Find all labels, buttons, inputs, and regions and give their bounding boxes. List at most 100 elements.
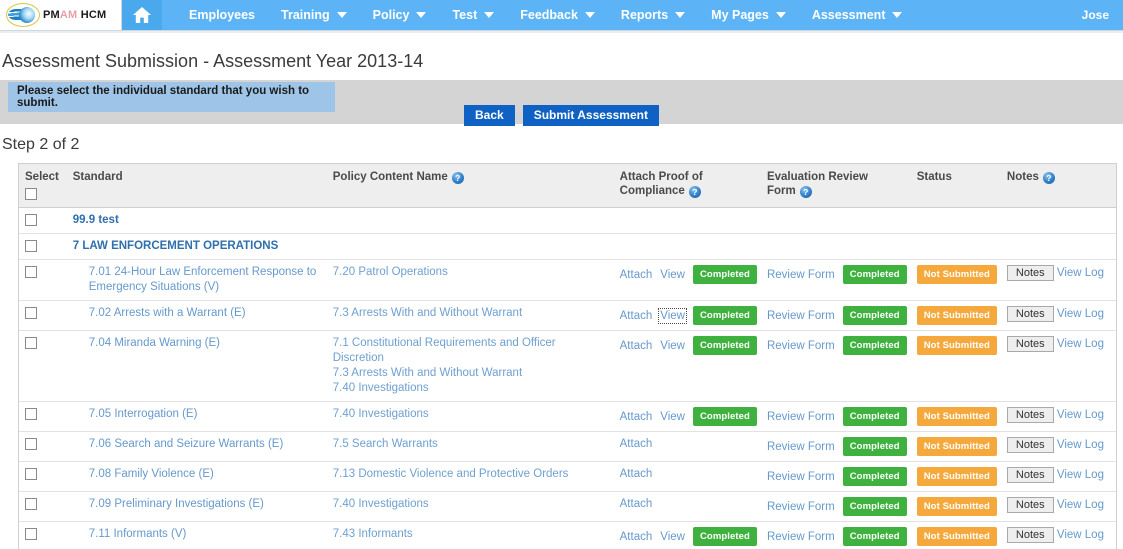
standard-link[interactable]: 7.02 Arrests with a Warrant (E) — [73, 306, 246, 321]
standard-cell: 7.01 24-Hour Law Enforcement Response to… — [67, 260, 327, 301]
attach-link[interactable]: Attach — [620, 438, 653, 450]
attach-link[interactable]: Attach — [620, 340, 653, 352]
policy-link[interactable]: 7.40 Investigations — [333, 381, 610, 396]
review-form-link[interactable]: Review Form — [767, 310, 835, 322]
home-button[interactable] — [122, 0, 162, 30]
status-badge: Not Submitted — [917, 437, 997, 456]
standard-link[interactable]: 7.08 Family Violence (E) — [73, 467, 214, 482]
view-link[interactable]: View — [660, 310, 685, 322]
back-button[interactable]: Back — [464, 105, 515, 126]
notes-button[interactable]: Notes — [1007, 467, 1054, 483]
notes-cell: Notes View Log — [1001, 492, 1116, 522]
attach-link[interactable]: Attach — [620, 411, 653, 423]
attach-link[interactable]: Attach — [620, 531, 653, 543]
nav-item-label: Feedback — [520, 8, 578, 22]
view-log-link[interactable]: View Log — [1057, 469, 1104, 481]
user-menu[interactable]: Jose — [1082, 0, 1109, 30]
view-link[interactable]: View — [660, 340, 685, 352]
standard-link[interactable]: 7.05 Interrogation (E) — [73, 407, 198, 422]
view-log-link[interactable]: View Log — [1057, 267, 1104, 279]
attach-link[interactable]: Attach — [620, 498, 653, 510]
notes-cell: Notes View Log — [1001, 402, 1116, 432]
row-checkbox[interactable] — [25, 240, 37, 252]
standards-table-container: Select Standard Policy Content Name? Att… — [18, 163, 1117, 549]
row-checkbox[interactable] — [25, 307, 37, 319]
view-link[interactable]: View — [660, 411, 685, 423]
nav-item-employees[interactable]: Employees — [176, 0, 268, 30]
select-all-checkbox[interactable] — [25, 188, 37, 200]
notes-button[interactable]: Notes — [1007, 437, 1054, 453]
view-log-link[interactable]: View Log — [1057, 439, 1104, 451]
notes-button[interactable]: Notes — [1007, 407, 1054, 423]
notes-button[interactable]: Notes — [1007, 497, 1054, 513]
help-icon[interactable]: ? — [800, 186, 812, 198]
view-log-link[interactable]: View Log — [1057, 529, 1104, 541]
row-checkbox[interactable] — [25, 337, 37, 349]
nav-item-training[interactable]: Training — [268, 0, 360, 30]
standard-link[interactable]: 7.06 Search and Seizure Warrants (E) — [73, 437, 284, 452]
help-icon[interactable]: ? — [1043, 172, 1055, 184]
view-link[interactable]: View — [660, 531, 685, 543]
notes-button[interactable]: Notes — [1007, 306, 1054, 322]
attach-proof-cell — [614, 208, 761, 234]
policy-link[interactable]: 7.13 Domestic Violence and Protective Or… — [333, 467, 610, 482]
standard-link[interactable]: 7.04 Miranda Warning (E) — [73, 336, 220, 351]
standard-group-link[interactable]: 7 LAW ENFORCEMENT OPERATIONS — [73, 240, 279, 252]
row-checkbox[interactable] — [25, 266, 37, 278]
review-form-link[interactable]: Review Form — [767, 471, 835, 483]
row-checkbox[interactable] — [25, 438, 37, 450]
view-log-link[interactable]: View Log — [1057, 409, 1104, 421]
attach-link[interactable]: Attach — [620, 310, 653, 322]
row-select-cell — [19, 234, 67, 260]
standard-link[interactable]: 7.11 Informants (V) — [73, 527, 187, 542]
notes-button[interactable]: Notes — [1007, 527, 1054, 543]
view-log-link[interactable]: View Log — [1057, 499, 1104, 511]
row-checkbox[interactable] — [25, 468, 37, 480]
standard-link[interactable]: 7.01 24-Hour Law Enforcement Response to… — [73, 265, 323, 295]
policy-link[interactable]: 7.20 Patrol Operations — [333, 265, 610, 280]
policy-link[interactable]: 7.40 Investigations — [333, 497, 610, 512]
review-form-link[interactable]: Review Form — [767, 340, 835, 352]
nav-item-reports[interactable]: Reports — [608, 0, 698, 30]
row-checkbox[interactable] — [25, 408, 37, 420]
row-checkbox[interactable] — [25, 214, 37, 226]
policy-link[interactable]: 7.43 Informants — [333, 527, 610, 542]
review-form-link[interactable]: Review Form — [767, 531, 835, 543]
view-log-link[interactable]: View Log — [1057, 308, 1104, 320]
nav-item-my-pages[interactable]: My Pages — [698, 0, 799, 30]
help-icon[interactable]: ? — [689, 186, 701, 198]
review-form-link[interactable]: Review Form — [767, 441, 835, 453]
review-form-link[interactable]: Review Form — [767, 269, 835, 281]
review-form-link[interactable]: Review Form — [767, 501, 835, 513]
nav-item-policy[interactable]: Policy — [360, 0, 440, 30]
attach-link[interactable]: Attach — [620, 269, 653, 281]
notes-cell: Notes View Log — [1001, 331, 1116, 402]
standard-group-link[interactable]: 99.9 test — [73, 214, 119, 226]
table-row: 7.04 Miranda Warning (E) 7.1 Constitution… — [19, 331, 1116, 402]
review-form-link[interactable]: Review Form — [767, 411, 835, 423]
nav-item-test[interactable]: Test — [439, 0, 507, 30]
policy-link[interactable]: 7.1 Constitutional Requirements and Offi… — [333, 336, 610, 366]
attach-link[interactable]: Attach — [620, 468, 653, 480]
table-row: 7 LAW ENFORCEMENT OPERATIONS — [19, 234, 1116, 260]
nav-item-feedback[interactable]: Feedback — [507, 0, 608, 30]
app-logo[interactable]: PMAM HCM — [0, 0, 122, 30]
view-log-link[interactable]: View Log — [1057, 338, 1104, 350]
review-status-badge: Completed — [843, 306, 907, 325]
view-link[interactable]: View — [660, 269, 685, 281]
standard-link[interactable]: 7.09 Preliminary Investigations (E) — [73, 497, 264, 512]
policy-link[interactable]: 7.40 Investigations — [333, 407, 610, 422]
notes-button[interactable]: Notes — [1007, 336, 1054, 352]
nav-item-assessment[interactable]: Assessment — [799, 0, 916, 30]
row-checkbox[interactable] — [25, 498, 37, 510]
standard-cell: 7.09 Preliminary Investigations (E) — [67, 492, 327, 522]
policy-link[interactable]: 7.3 Arrests With and Without Warrant — [333, 366, 610, 381]
notes-button[interactable]: Notes — [1007, 265, 1054, 281]
chevron-down-icon — [337, 12, 347, 18]
policy-link[interactable]: 7.3 Arrests With and Without Warrant — [333, 306, 610, 321]
policy-link[interactable]: 7.5 Search Warrants — [333, 437, 610, 452]
help-icon[interactable]: ? — [452, 172, 464, 184]
submit-assessment-button[interactable]: Submit Assessment — [523, 105, 659, 126]
table-row: 7.08 Family Violence (E) 7.13 Domestic Vi… — [19, 462, 1116, 492]
row-checkbox[interactable] — [25, 528, 37, 540]
